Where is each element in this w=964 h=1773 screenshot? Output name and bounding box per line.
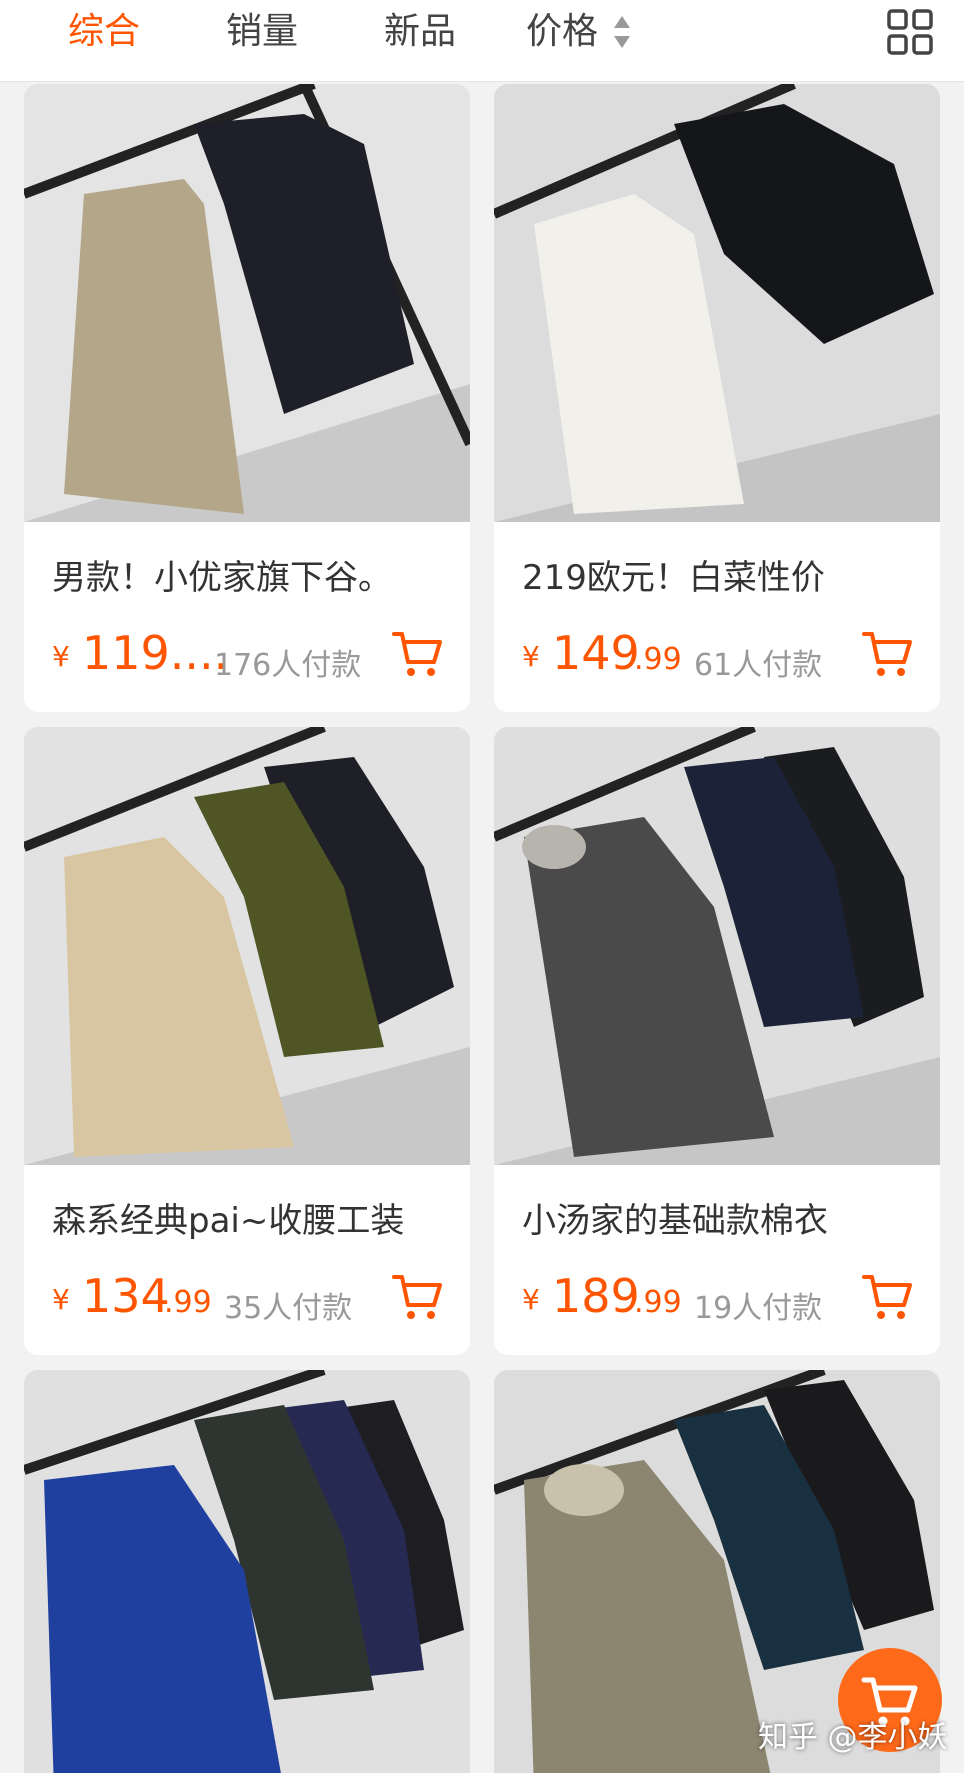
product-title: 男款！小优家旗下谷。 xyxy=(52,558,392,598)
tab-sales[interactable]: 销量 xyxy=(226,6,298,58)
price-row: ¥ 119.... 176人付款 xyxy=(52,624,452,684)
tab-price[interactable]: 价格 xyxy=(526,6,598,58)
product-title: 219欧元！白菜性价 xyxy=(522,558,825,598)
price-integer: 134 xyxy=(82,1269,170,1323)
cart-icon[interactable] xyxy=(860,626,914,680)
product-card[interactable] xyxy=(24,1370,470,1773)
product-title: 森系经典pai~收腰工装 xyxy=(52,1201,405,1241)
sold-count: 35人付款 xyxy=(224,1291,353,1326)
product-image[interactable] xyxy=(24,1370,470,1773)
cart-icon[interactable] xyxy=(860,1269,914,1323)
price-decimal: .99 xyxy=(164,1285,212,1320)
product-image[interactable] xyxy=(24,84,470,522)
sold-count: 176人付款 xyxy=(214,648,362,683)
sold-count: 61人付款 xyxy=(694,648,823,683)
currency-symbol: ¥ xyxy=(522,640,540,673)
sort-bar: 综合 销量 新品 价格 xyxy=(0,0,964,82)
price-row: ¥ 134 .99 35人付款 xyxy=(52,1267,452,1327)
product-card[interactable]: 小汤家的基础款棉衣 ¥ 189 .99 19人付款 xyxy=(494,727,940,1355)
product-image[interactable] xyxy=(494,727,940,1165)
currency-symbol: ¥ xyxy=(52,1283,70,1316)
price-integer: 189 xyxy=(552,1269,640,1323)
currency-symbol: ¥ xyxy=(52,640,70,673)
currency-symbol: ¥ xyxy=(522,1283,540,1316)
product-card[interactable]: 男款！小优家旗下谷。 ¥ 119.... 176人付款 xyxy=(24,84,470,712)
price-row: ¥ 149 .99 61人付款 xyxy=(522,624,922,684)
product-title: 小汤家的基础款棉衣 xyxy=(522,1201,828,1241)
grid-view-icon[interactable] xyxy=(886,8,934,56)
price-decimal: .99 xyxy=(634,1285,682,1320)
product-card[interactable]: 森系经典pai~收腰工装 ¥ 134 .99 35人付款 xyxy=(24,727,470,1355)
cart-icon[interactable] xyxy=(390,626,444,680)
tab-new[interactable]: 新品 xyxy=(384,6,456,58)
price-row: ¥ 189 .99 19人付款 xyxy=(522,1267,922,1327)
cart-icon[interactable] xyxy=(390,1269,444,1323)
product-image[interactable] xyxy=(24,727,470,1165)
watermark: 知乎 @李小妖 xyxy=(758,1720,948,1755)
sort-arrows-icon[interactable] xyxy=(612,14,632,50)
price-decimal: .99 xyxy=(634,642,682,677)
tab-comprehensive[interactable]: 综合 xyxy=(68,6,140,58)
price-integer: 149 xyxy=(552,626,640,680)
product-card[interactable]: 219欧元！白菜性价 ¥ 149 .99 61人付款 xyxy=(494,84,940,712)
sold-count: 19人付款 xyxy=(694,1291,823,1326)
product-image[interactable] xyxy=(494,84,940,522)
price-integer: 119.... xyxy=(82,626,229,680)
